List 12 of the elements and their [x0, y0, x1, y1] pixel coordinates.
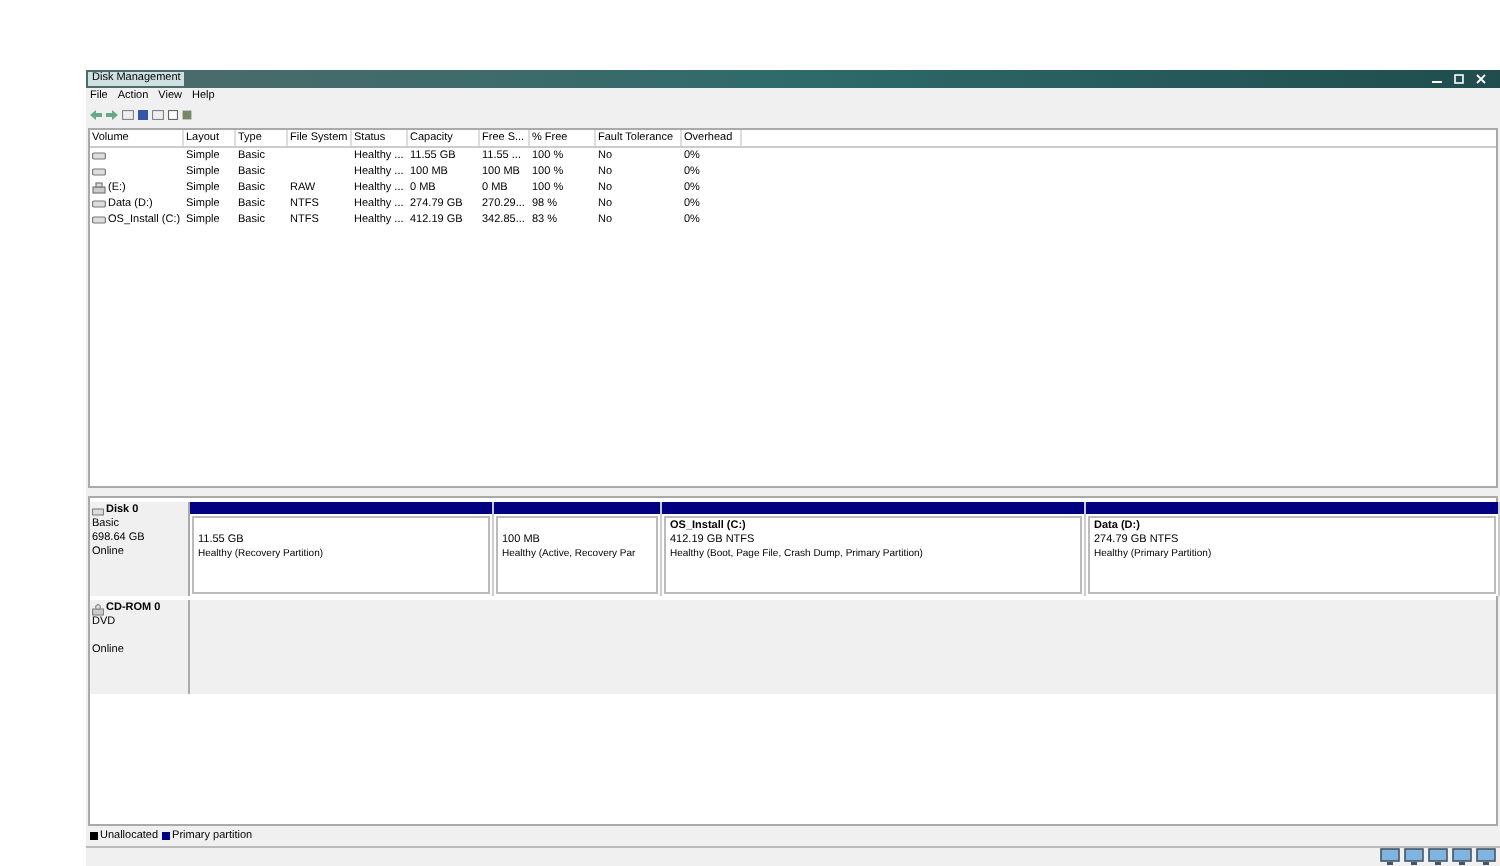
network-monitor-icon[interactable] — [1380, 848, 1400, 866]
network-monitor-icon[interactable] — [1404, 848, 1424, 866]
network-monitor-icon[interactable] — [1476, 848, 1496, 866]
properties-icon[interactable] — [168, 109, 178, 119]
network-monitor-icon[interactable] — [1428, 848, 1448, 866]
network-monitor-icon[interactable] — [1452, 848, 1472, 866]
panel-icon[interactable] — [152, 109, 164, 119]
removable-drive-icon — [92, 182, 106, 194]
panel-icon[interactable] — [122, 109, 134, 119]
close-icon[interactable] — [1476, 74, 1486, 84]
cd-drive-icon — [92, 603, 104, 615]
maximize-icon[interactable] — [1454, 74, 1464, 84]
